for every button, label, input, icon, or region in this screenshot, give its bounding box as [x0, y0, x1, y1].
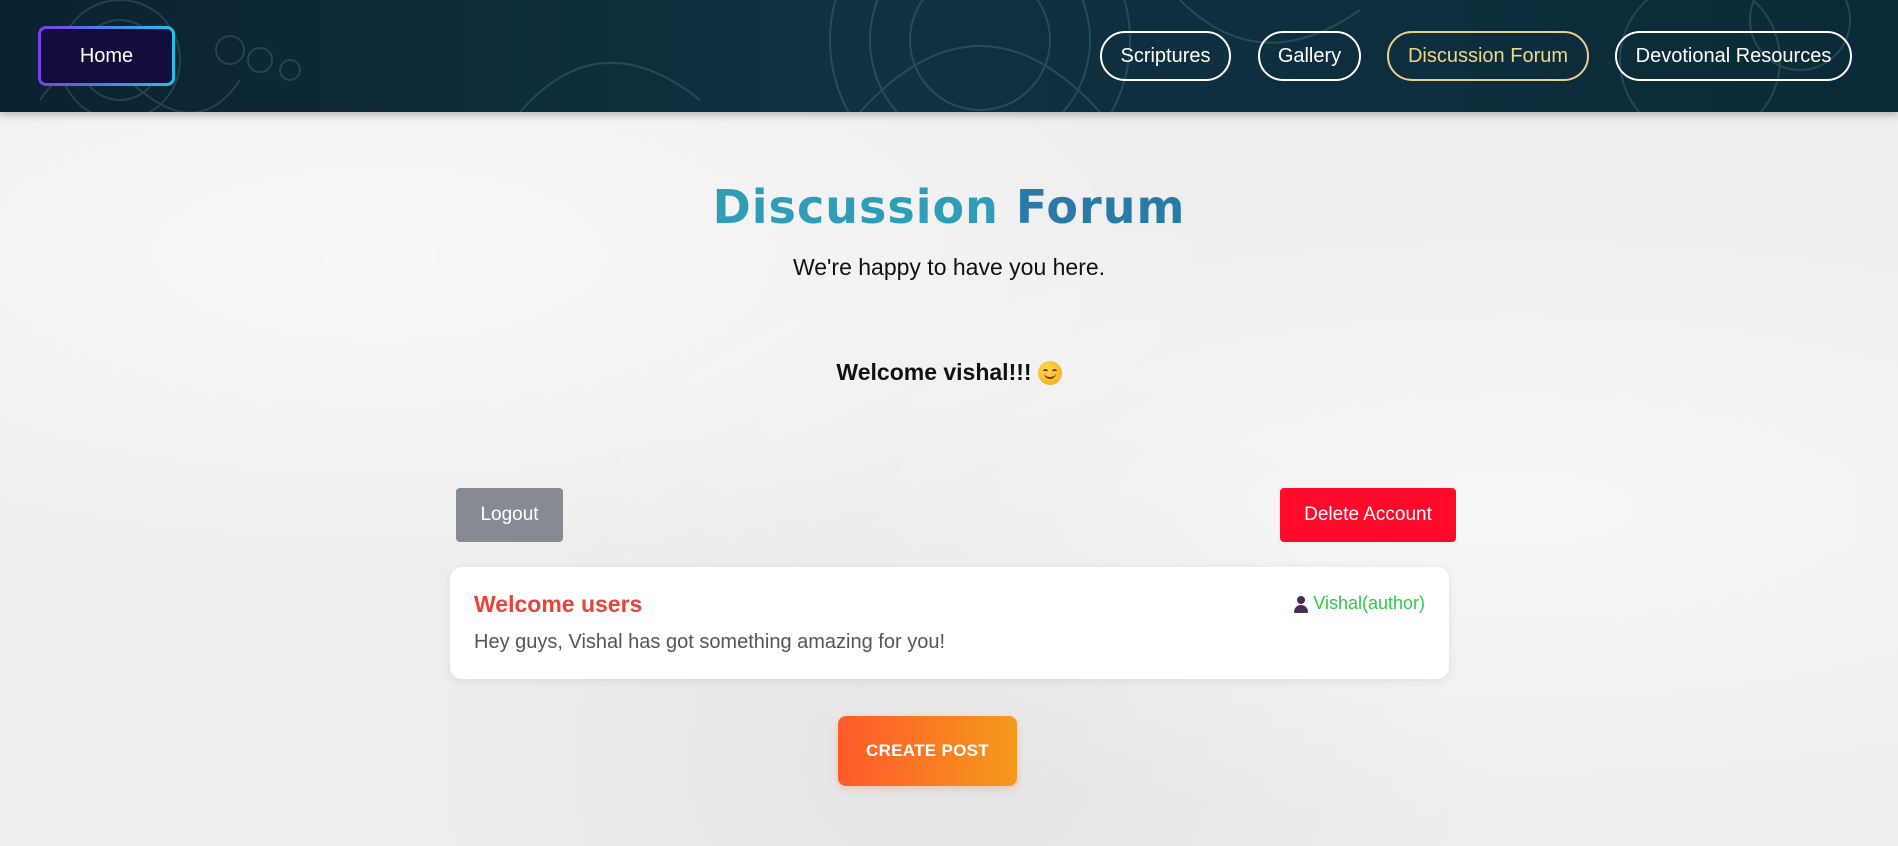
page-title: Discussion Forum	[0, 180, 1898, 234]
mandala-pattern	[39, 0, 1851, 112]
post-author-name: Vishal(author)	[1313, 593, 1425, 613]
post-card[interactable]: Welcome users Vishal(author) Hey guys, V…	[450, 567, 1449, 679]
nav-link-scriptures[interactable]: Scriptures	[1100, 31, 1231, 81]
logout-button[interactable]: Logout	[456, 488, 563, 542]
welcome-text: Welcome vishal!!!	[836, 359, 1032, 385]
user-icon	[1293, 595, 1309, 613]
home-button[interactable]: Home	[38, 26, 175, 86]
post-author: Vishal(author)	[1293, 593, 1425, 614]
nav-link-devotional-resources[interactable]: Devotional Resources	[1615, 31, 1852, 81]
delete-account-button[interactable]: Delete Account	[1280, 488, 1456, 542]
page-subtitle: We're happy to have you here.	[792, 254, 1106, 280]
post-title: Welcome users	[474, 591, 643, 617]
smiling-face-icon	[1037, 360, 1062, 385]
page-title-part2: Forum	[1015, 180, 1186, 234]
nav-link-discussion-forum[interactable]: Discussion Forum	[1387, 31, 1589, 81]
page-title-part1: Discussion	[712, 180, 999, 234]
nav-link-gallery[interactable]: Gallery	[1258, 31, 1361, 81]
post-body: Hey guys, Vishal has got something amazi…	[474, 631, 945, 653]
welcome-message: Welcome vishal!!!	[0, 359, 1898, 386]
create-post-button[interactable]: CREATE POST	[838, 716, 1017, 786]
top-navbar: Home Scriptures Gallery Discussion Forum…	[0, 0, 1898, 112]
